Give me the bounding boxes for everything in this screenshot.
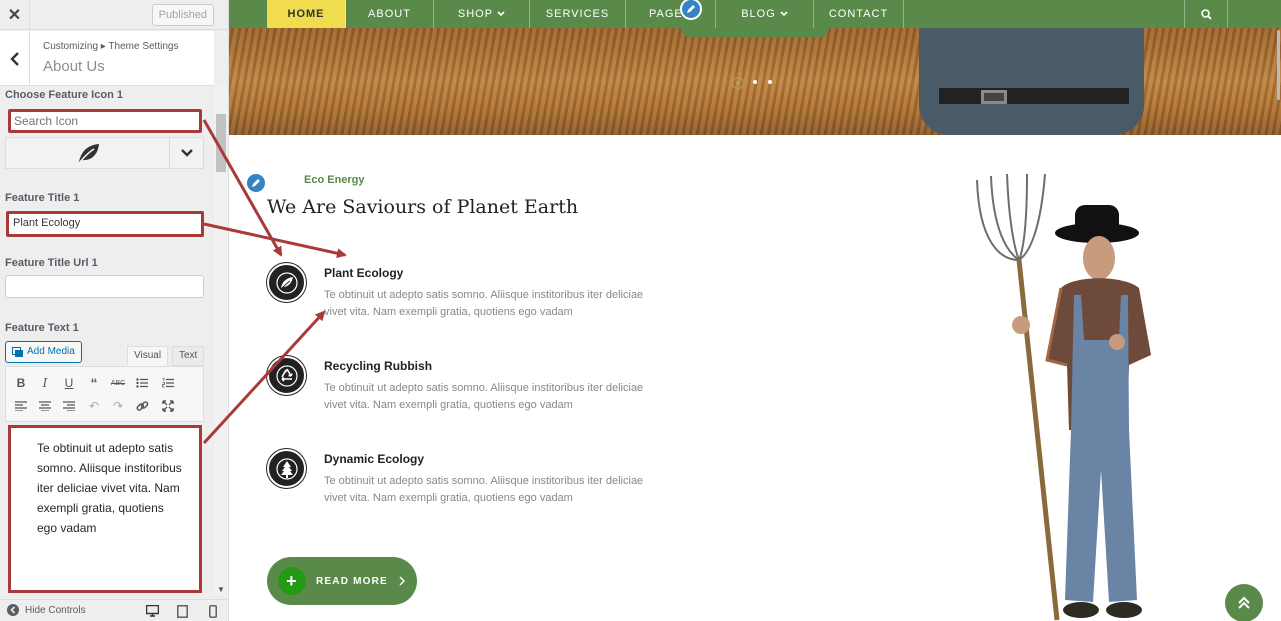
nav-shop[interactable]: SHOP [434, 0, 530, 28]
section-title: About Us [43, 58, 105, 75]
chevron-left-icon [9, 51, 19, 66]
fullscreen-icon[interactable] [158, 396, 178, 416]
read-more-label: READ MORE [316, 575, 388, 587]
search-button[interactable] [1184, 0, 1228, 28]
align-left-icon[interactable] [11, 396, 31, 416]
desktop-preview-icon[interactable] [145, 604, 159, 618]
slider-dot-active[interactable] [732, 77, 744, 89]
hide-controls-label: Hide Controls [25, 604, 86, 616]
section-heading: We Are Saviours of Planet Earth [267, 196, 579, 218]
undo-icon[interactable]: ↶ [84, 396, 104, 416]
tab-text[interactable]: Text [172, 346, 205, 366]
feature-url-input[interactable] [5, 275, 204, 298]
preview-scrollbar[interactable] [1275, 30, 1281, 120]
double-chevron-up-icon [1238, 596, 1250, 609]
italic-icon[interactable]: I [35, 373, 55, 393]
feature-title[interactable]: Dynamic Ecology [324, 452, 424, 466]
scroll-down-icon[interactable]: ▼ [217, 585, 225, 594]
belt [939, 88, 1129, 104]
chevron-right-icon [399, 576, 405, 586]
close-customizer-button[interactable]: ✕ [0, 0, 30, 30]
feature-text-editor[interactable]: Te obtinuit ut adepto satis somno. Aliis… [8, 425, 202, 593]
plus-icon: + [278, 567, 306, 595]
blockquote-icon[interactable]: “ [84, 373, 104, 393]
back-button[interactable] [0, 31, 30, 86]
panel-scrollbar[interactable]: ▼ [214, 86, 228, 596]
read-more-button[interactable]: + READ MORE [267, 557, 417, 605]
farmer-with-pitchfork-image [976, 173, 1151, 621]
bold-icon[interactable]: B [11, 373, 31, 393]
nav-blog[interactable]: BLOG [716, 0, 814, 28]
align-center-icon[interactable] [35, 396, 55, 416]
belt-buckle [981, 90, 1007, 104]
feature-text: Te obtinuit ut adepto satis somno. Aliis… [324, 475, 644, 504]
panel-footer: Hide Controls [0, 599, 228, 621]
tree-icon [267, 449, 306, 488]
search-icon [1200, 8, 1212, 20]
nav-services[interactable]: SERVICES [530, 0, 626, 28]
link-icon[interactable] [132, 396, 152, 416]
feature-title[interactable]: Plant Ecology [324, 266, 403, 280]
mobile-preview-icon[interactable] [206, 604, 220, 618]
underline-icon[interactable]: U [59, 373, 79, 393]
feature-title[interactable]: Recycling Rubbish [324, 359, 432, 373]
nav-page[interactable]: PAGE [626, 0, 716, 28]
redo-icon[interactable]: ↷ [108, 396, 128, 416]
nav-shop-label: SHOP [457, 8, 494, 20]
panel-header: ✕ Published [0, 0, 228, 30]
feature-text-label: Feature Text 1 [5, 322, 79, 334]
chevron-down-icon[interactable] [169, 138, 203, 168]
site-preview: HOME ABOUT SHOP SERVICES PAGE BLOG CONTA… [229, 0, 1281, 621]
section-header: Customizing ▸ Theme Settings About Us [0, 31, 214, 86]
leaf-icon [267, 263, 306, 302]
feature-text: Te obtinuit ut adepto satis somno. Aliis… [324, 289, 644, 318]
tab-visual[interactable]: Visual [127, 346, 169, 366]
section-eyebrow: Eco Energy [304, 174, 365, 186]
editor-toolbar: B I U “ ABC ↶ ↷ [5, 366, 204, 422]
collapse-icon [7, 604, 19, 616]
strikethrough-icon[interactable]: ABC [108, 373, 128, 393]
add-media-label: Add Media [27, 346, 75, 357]
tablet-preview-icon[interactable] [175, 604, 189, 618]
slider-dot[interactable] [753, 80, 757, 84]
nav-about[interactable]: ABOUT [346, 0, 434, 28]
feature-text: Te obtinuit ut adepto satis somno. Aliis… [324, 382, 644, 411]
chevron-down-icon [780, 11, 788, 17]
scroll-thumb[interactable] [216, 114, 226, 172]
feature-title-label: Feature Title 1 [5, 192, 80, 204]
nav-contact[interactable]: CONTACT [814, 0, 904, 28]
nav-dropdown-notch [681, 28, 829, 37]
media-icon [12, 346, 23, 357]
nav-blog-label: BLOG [741, 8, 776, 20]
close-icon: ✕ [7, 7, 22, 24]
numbered-list-icon[interactable] [158, 373, 178, 393]
chevron-down-icon [497, 11, 505, 17]
icon-picker[interactable] [5, 137, 204, 169]
feature-icon-label: Choose Feature Icon 1 [5, 89, 123, 101]
icon-search-input[interactable] [8, 109, 202, 133]
add-media-button[interactable]: Add Media [5, 341, 82, 363]
nav-home[interactable]: HOME [267, 0, 346, 28]
leaf-icon [74, 140, 104, 166]
published-button[interactable]: Published [151, 4, 214, 26]
slider-dot[interactable] [768, 80, 772, 84]
edit-section-pencil-icon[interactable] [245, 172, 267, 194]
bullet-list-icon[interactable] [132, 373, 152, 393]
back-to-top-button[interactable] [1225, 584, 1263, 621]
breadcrumb: Customizing ▸ Theme Settings [43, 41, 179, 52]
customizer-panel: ✕ Published Customizing ▸ Theme Settings… [0, 0, 229, 621]
feature-title-input[interactable]: Plant Ecology [6, 211, 204, 237]
recycle-icon [267, 356, 306, 395]
feature-url-label: Feature Title Url 1 [5, 257, 98, 269]
align-right-icon[interactable] [59, 396, 79, 416]
hide-controls-button[interactable]: Hide Controls [7, 604, 86, 616]
main-nav: HOME ABOUT SHOP SERVICES PAGE BLOG CONTA… [229, 0, 1281, 28]
